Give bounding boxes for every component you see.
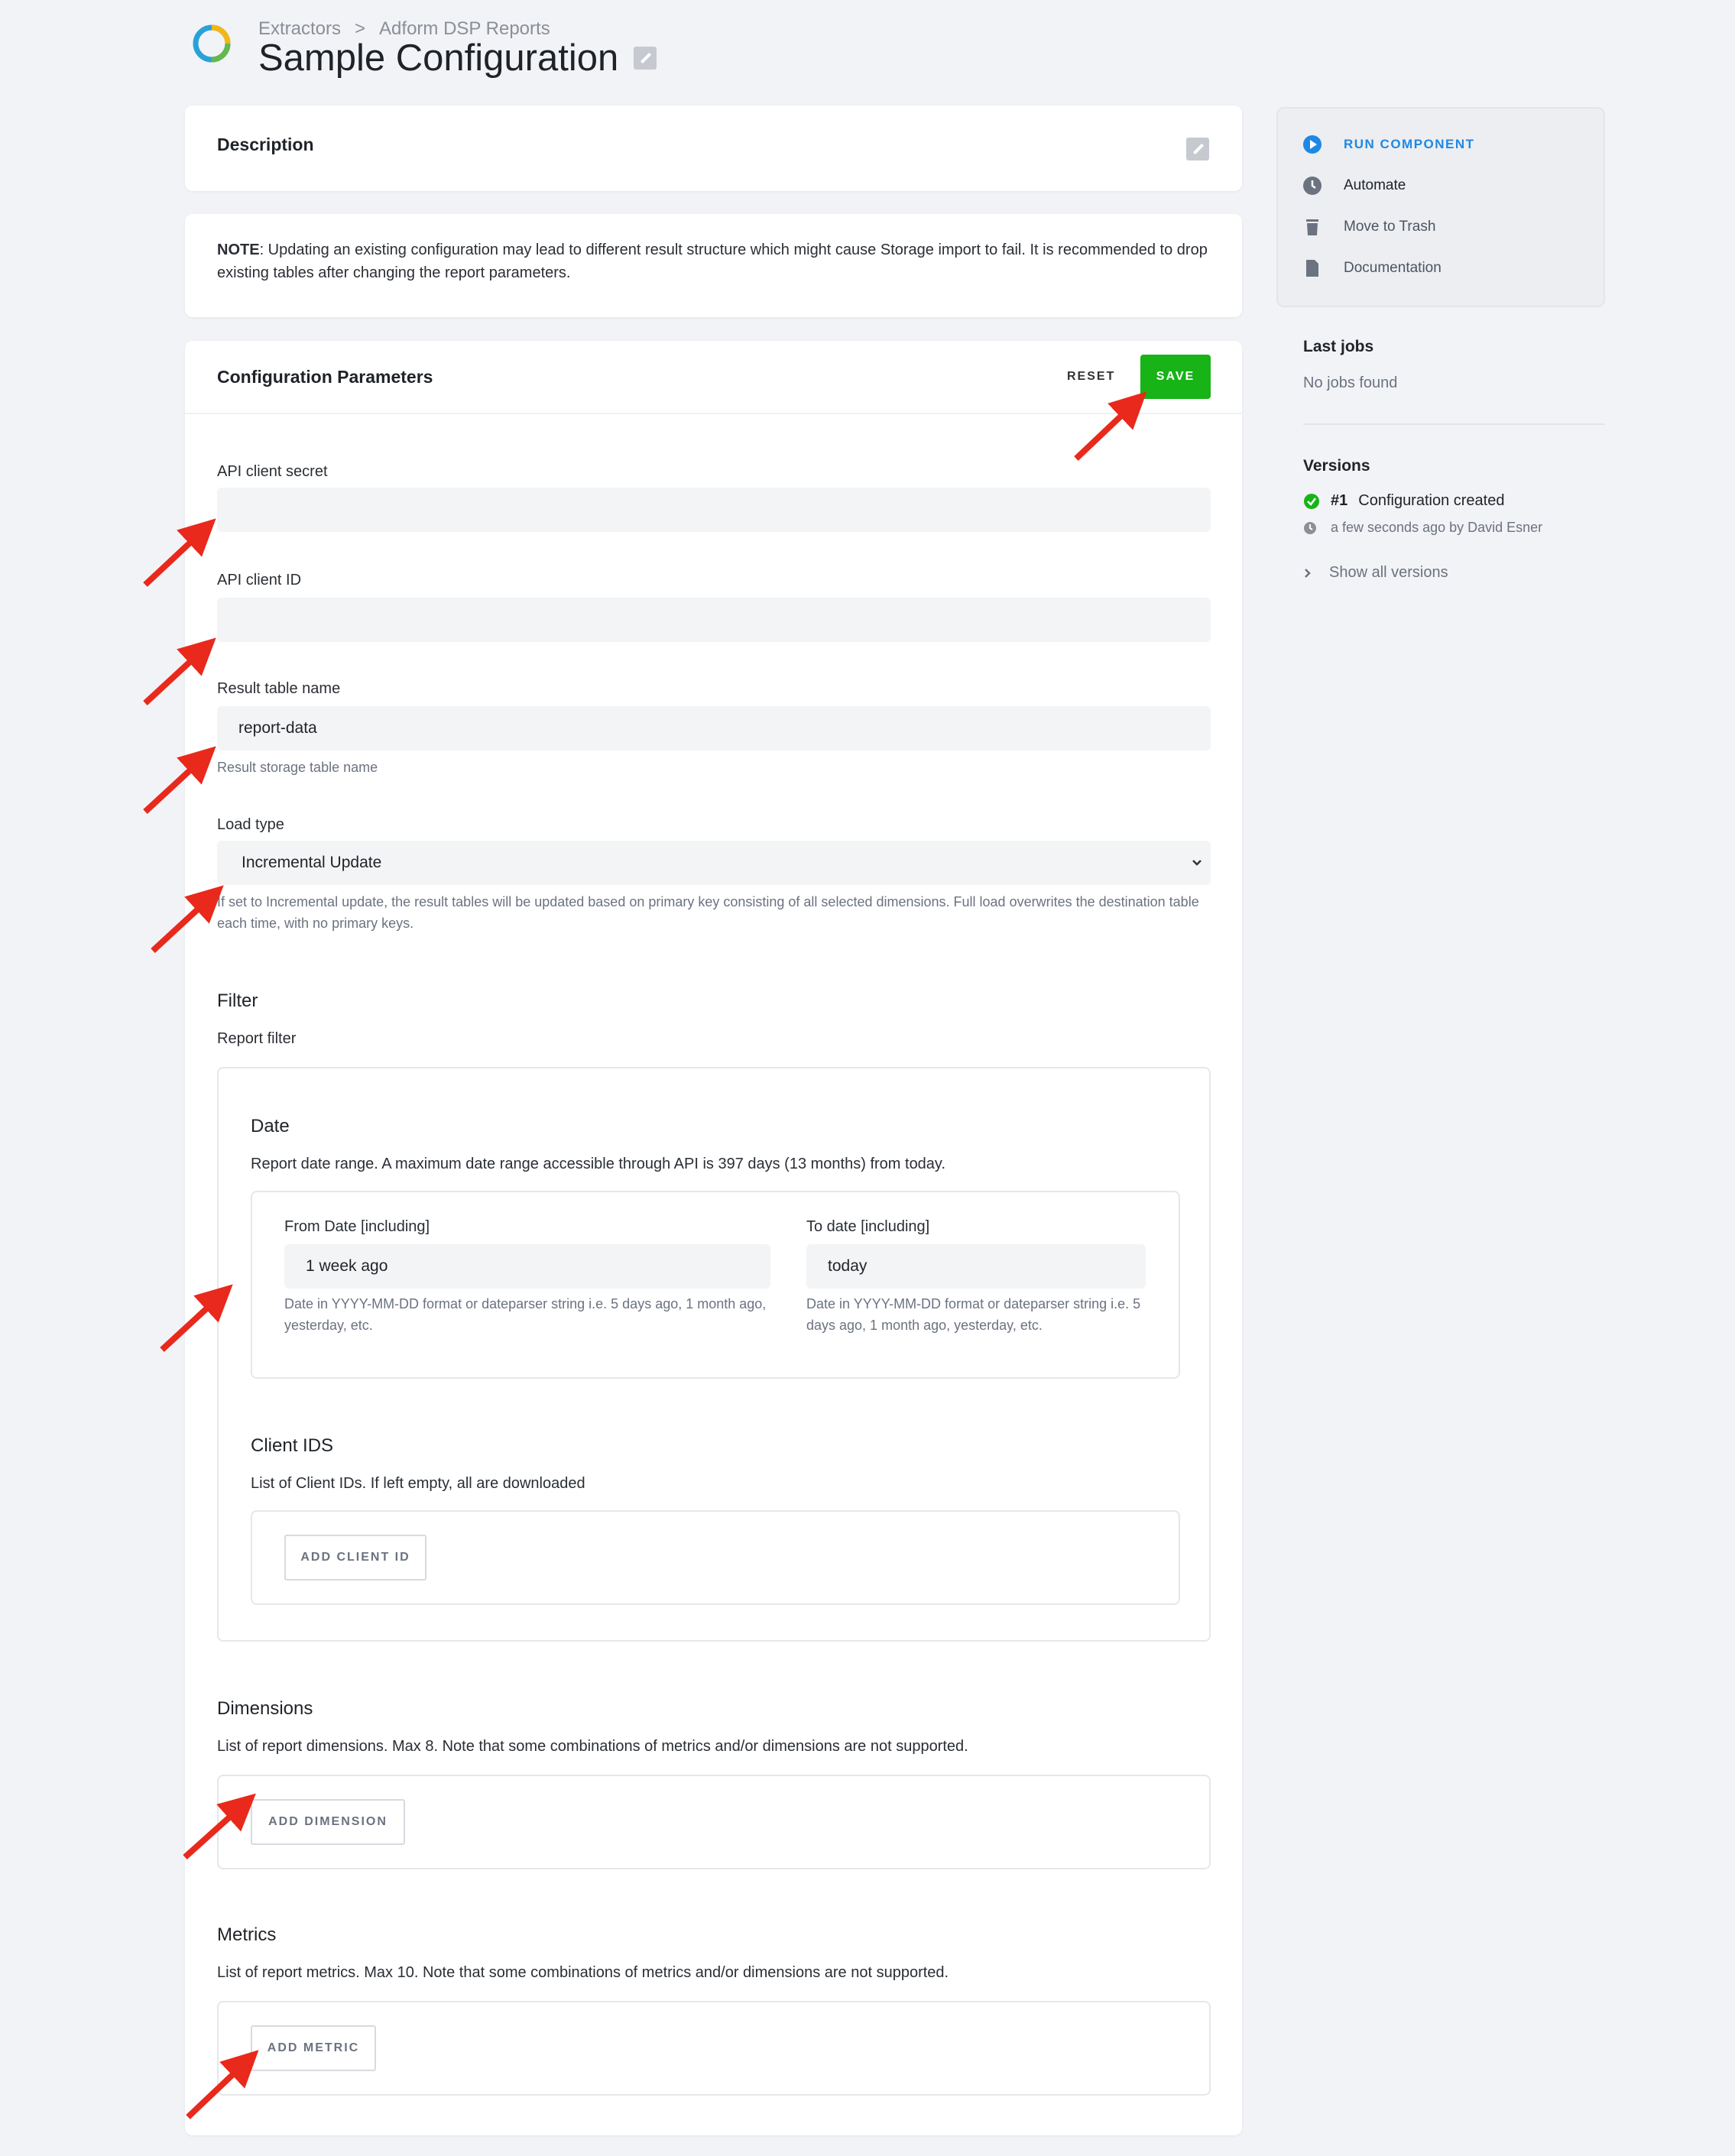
version-title: Configuration created (1358, 492, 1505, 509)
load-type-value: Incremental Update (242, 854, 382, 871)
client-ids-box: ADD CLIENT ID (251, 1510, 1180, 1605)
filter-subheading: Report filter (217, 1030, 297, 1047)
clock-icon (1303, 177, 1322, 195)
note-text: NOTE: Updating an existing configuration… (217, 238, 1211, 284)
load-type-select[interactable]: Incremental Update (217, 841, 1211, 885)
chevron-right-icon (1305, 568, 1311, 578)
automate-action[interactable]: Automate (1302, 176, 1406, 196)
description-heading: Description (217, 135, 314, 154)
from-date-hint: Date in YYYY-MM-DD format or dateparser … (284, 1296, 767, 1333)
add-client-id-button[interactable]: ADD CLIENT ID (284, 1535, 426, 1581)
table-name-label: Result table name (217, 680, 341, 697)
add-metric-button[interactable]: ADD METRIC (251, 2025, 376, 2071)
chevron-down-icon (1192, 860, 1202, 866)
note-card: NOTE: Updating an existing configuration… (185, 214, 1242, 317)
run-component-label: RUN COMPONENT (1344, 137, 1475, 151)
show-all-versions-label: Show all versions (1329, 564, 1448, 581)
show-all-versions-link[interactable]: Show all versions (1303, 564, 1448, 582)
play-icon (1303, 135, 1322, 154)
note-body: : Updating an existing configuration may… (217, 242, 1208, 281)
page-title: Sample Configuration (258, 37, 619, 79)
automate-label: Automate (1344, 177, 1406, 193)
from-date-label: From Date [including] (284, 1218, 430, 1235)
run-component-action[interactable]: RUN COMPONENT (1302, 135, 1475, 154)
table-name-hint: Result storage table name (217, 760, 378, 775)
page-title-row: Sample Configuration (258, 37, 657, 79)
date-heading: Date (251, 1116, 290, 1136)
api-id-label: API client ID (217, 572, 302, 588)
description-card: Description (185, 105, 1242, 191)
config-heading: Configuration Parameters (217, 367, 433, 387)
client-ids-heading: Client IDS (251, 1435, 334, 1456)
load-type-label: Load type (217, 816, 284, 833)
edit-title-icon[interactable] (634, 47, 657, 70)
move-to-trash-label: Move to Trash (1344, 219, 1436, 235)
trash-icon (1306, 219, 1318, 235)
date-description: Report date range. A maximum date range … (251, 1156, 946, 1172)
last-jobs-heading: Last jobs (1303, 338, 1374, 355)
move-to-trash-action[interactable]: Move to Trash (1302, 217, 1435, 237)
sidebar-divider (1303, 423, 1605, 425)
metrics-description: List of report metrics. Max 10. Note tha… (217, 1964, 949, 1981)
api-secret-input[interactable] (217, 488, 1211, 532)
version-meta: a few seconds ago by David Esner (1303, 520, 1542, 536)
metrics-heading: Metrics (217, 1924, 277, 1945)
configuration-card: Configuration Parameters RESET SAVE API … (185, 341, 1242, 2135)
header-divider (185, 413, 1242, 414)
edit-description-icon[interactable] (1186, 138, 1209, 160)
to-date-input[interactable]: today (806, 1244, 1146, 1289)
filter-box: Date Report date range. A maximum date r… (217, 1067, 1211, 1642)
table-name-input[interactable]: report-data (217, 706, 1211, 751)
clock-icon (1304, 521, 1316, 534)
filter-heading: Filter (217, 990, 258, 1011)
dimensions-heading: Dimensions (217, 1698, 313, 1719)
add-dimension-button[interactable]: ADD DIMENSION (251, 1799, 405, 1845)
from-date-input[interactable]: 1 week ago (284, 1244, 770, 1289)
versions-heading: Versions (1303, 457, 1370, 475)
metrics-box: ADD METRIC (217, 2001, 1211, 2096)
to-date-label: To date [including] (806, 1218, 930, 1235)
api-secret-label: API client secret (217, 463, 328, 480)
check-circle-icon (1304, 493, 1319, 509)
version-number: #1 (1331, 492, 1348, 509)
version-meta-text: a few seconds ago by David Esner (1331, 520, 1543, 535)
document-icon (1306, 260, 1318, 277)
api-id-input[interactable] (217, 598, 1211, 642)
keboola-logo (193, 24, 231, 63)
client-ids-description: List of Client IDs. If left empty, all a… (251, 1475, 585, 1492)
load-type-hint: If set to Incremental update, the result… (217, 894, 1199, 931)
note-label: NOTE (217, 242, 260, 258)
date-range-box: From Date [including] 1 week ago Date in… (251, 1191, 1180, 1379)
dimensions-box: ADD DIMENSION (217, 1775, 1211, 1869)
documentation-label: Documentation (1344, 260, 1442, 276)
dimensions-description: List of report dimensions. Max 8. Note t… (217, 1738, 968, 1755)
reset-button[interactable]: RESET (1067, 370, 1115, 384)
version-entry[interactable]: #1 Configuration created (1303, 492, 1504, 510)
save-button[interactable]: SAVE (1140, 355, 1211, 399)
documentation-action[interactable]: Documentation (1302, 258, 1442, 278)
last-jobs-empty: No jobs found (1303, 374, 1398, 391)
to-date-hint: Date in YYYY-MM-DD format or dateparser … (806, 1296, 1141, 1333)
